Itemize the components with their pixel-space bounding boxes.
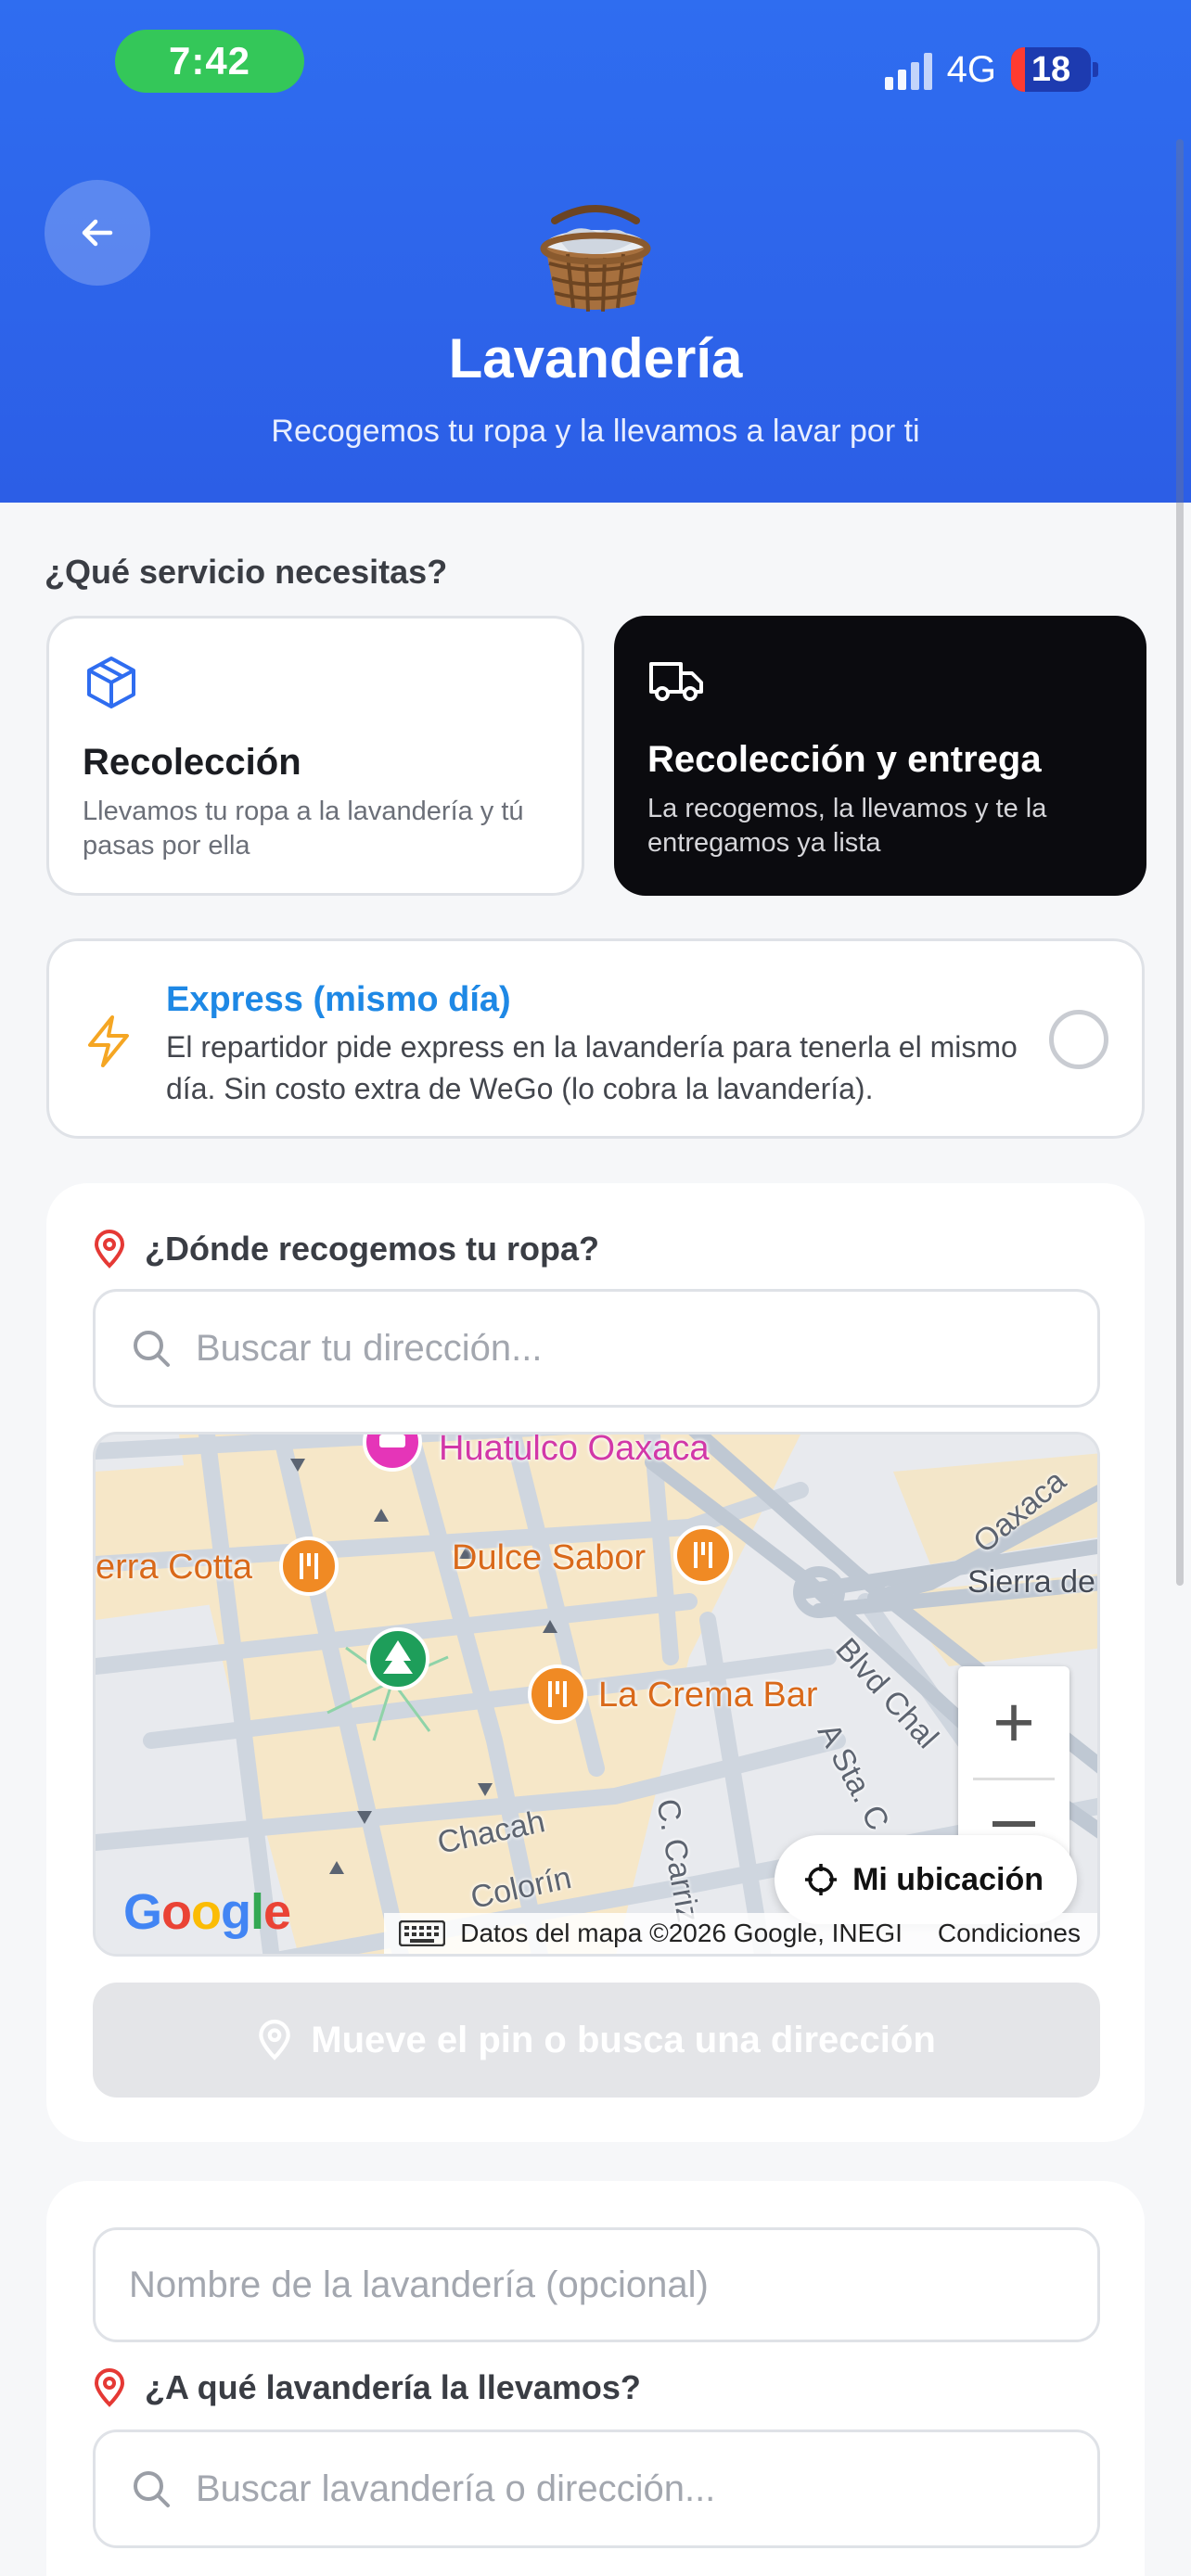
map-attribution: Datos del mapa ©2026 Google, INEGI Condi… <box>384 1913 1097 1954</box>
map-place-label: erra Cotta <box>96 1548 252 1587</box>
restaurant-pin-icon <box>279 1537 339 1596</box>
page-subtitle: Recogemos tu ropa y la llevamos a lavar … <box>271 414 920 449</box>
page-title: Lavandería <box>448 327 743 389</box>
laundry-question-row: ¿A qué lavandería la llevamos? <box>93 2368 641 2407</box>
map[interactable]: Huatulco Oaxaca erra Cotta Dulce Sabor L… <box>93 1432 1100 1957</box>
service-label: ¿Qué servicio necesitas? <box>45 553 448 591</box>
laundry-question: ¿A qué lavandería la llevamos? <box>145 2368 641 2406</box>
map-street-label: Sierra de <box>967 1564 1095 1600</box>
scrollbar[interactable] <box>1176 139 1184 1586</box>
laundry-search-input[interactable]: Buscar lavandería o dirección... <box>93 2429 1100 2548</box>
service-option-pickup[interactable]: Recolección Llevamos tu ropa a la lavand… <box>46 616 584 896</box>
location-pin-icon <box>94 2368 125 2407</box>
location-pin-icon <box>259 2020 291 2060</box>
status-bar-right: 4G 18 <box>884 45 1098 95</box>
map-place-label: La Crema Bar <box>598 1676 818 1715</box>
search-icon <box>134 2471 170 2507</box>
map-data-credit: Datos del mapa ©2026 Google, INEGI <box>460 1919 903 1947</box>
pickup-search-placeholder: Buscar tu dirección... <box>196 1327 543 1369</box>
battery-level: 18 <box>1031 49 1071 89</box>
map-terms-link[interactable]: Condiciones <box>938 1919 1097 1948</box>
pickup-search-input[interactable]: Buscar tu dirección... <box>93 1289 1100 1408</box>
truck-icon <box>649 662 703 701</box>
express-title: Express (mismo día) <box>166 980 511 1019</box>
pickup-question: ¿Dónde recogemos tu ropa? <box>145 1230 600 1268</box>
confirm-location-label: Mueve el pin o busca una dirección <box>311 2019 936 2060</box>
laundry-basket-emoji <box>540 205 651 312</box>
back-button[interactable] <box>45 180 150 286</box>
service-option-description: La recogemos, la llevamos y te la entreg… <box>647 794 1047 859</box>
location-pin-icon <box>94 1230 125 1269</box>
arrow-left-icon <box>82 219 113 247</box>
signal-icon <box>884 49 932 90</box>
header: 7:42 4G 18 Lavandería Recogemos tu ropa … <box>0 0 1191 503</box>
zoom-in-button[interactable]: + <box>958 1666 1069 1778</box>
pickup-card: ¿Dónde recogemos tu ropa? Buscar tu dire… <box>46 1183 1145 2142</box>
network-type: 4G <box>946 48 996 90</box>
service-option-description: Llevamos tu ropa a la lavandería y tú pa… <box>83 797 524 861</box>
park-pin-icon <box>366 1627 429 1690</box>
restaurant-pin-icon <box>528 1664 587 1724</box>
laundry-name-placeholder: Nombre de la lavandería (opcional) <box>129 2264 709 2305</box>
map-place-label: Dulce Sabor <box>452 1538 647 1577</box>
express-radio[interactable] <box>1049 1010 1108 1069</box>
laundry-search-placeholder: Buscar lavandería o dirección... <box>196 2468 716 2509</box>
pickup-question-row: ¿Dónde recogemos tu ropa? <box>93 1230 599 1269</box>
restaurant-pin-icon <box>673 1525 733 1585</box>
crosshair-icon <box>805 1864 838 1895</box>
service-option-title: Recolección y entrega <box>647 739 1042 780</box>
express-description: El repartidor pide express en la lavande… <box>166 1030 1018 1105</box>
my-location-button[interactable]: Mi ubicación <box>775 1835 1077 1924</box>
search-icon <box>134 1331 170 1367</box>
minus-icon <box>992 1821 1035 1827</box>
battery-icon: 18 <box>1011 47 1091 92</box>
google-logo: Google <box>123 1884 291 1940</box>
service-option-pickup-delivery[interactable]: Recolección y entrega La recogemos, la l… <box>614 616 1146 896</box>
confirm-location-button[interactable]: Mueve el pin o busca una dirección <box>93 1983 1100 2098</box>
box-icon <box>87 657 135 708</box>
express-option[interactable]: Express (mismo día) El repartidor pide e… <box>46 938 1145 1139</box>
map-place-label: Huatulco Oaxaca <box>439 1432 710 1468</box>
my-location-label: Mi ubicación <box>852 1861 1044 1897</box>
laundry-name-input[interactable]: Nombre de la lavandería (opcional) <box>93 2227 1100 2342</box>
laundry-card: Nombre de la lavandería (opcional) ¿A qu… <box>46 2181 1145 2576</box>
keyboard-icon[interactable] <box>399 1920 446 1946</box>
service-option-title: Recolección <box>83 742 301 783</box>
status-time: 7:42 <box>115 30 304 93</box>
lightning-icon <box>88 1015 129 1067</box>
